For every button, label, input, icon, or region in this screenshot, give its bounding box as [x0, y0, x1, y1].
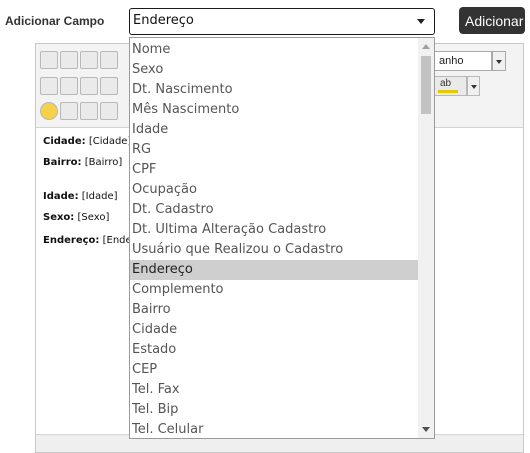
- dropdown-option[interactable]: Tel. Fax: [130, 380, 418, 400]
- color-swatch: [438, 90, 458, 93]
- new-document-icon[interactable]: [40, 51, 58, 69]
- html-source-icon[interactable]: [100, 51, 118, 69]
- text-color-button[interactable]: ab: [433, 76, 480, 96]
- content-line-sexo: Sexo: [Sexo]: [43, 212, 109, 223]
- smiley-icon[interactable]: [40, 102, 58, 120]
- paste-text-icon[interactable]: [100, 77, 118, 95]
- dropdown-option[interactable]: Estado: [130, 340, 418, 360]
- add-button[interactable]: Adicionar: [459, 7, 525, 34]
- field-select[interactable]: Endereço: [129, 8, 435, 35]
- content-label: Bairro:: [43, 157, 82, 168]
- dropdown-option[interactable]: Dt. Ultima Alteração Cadastro: [130, 220, 418, 240]
- field-label: Adicionar Campo: [5, 14, 105, 28]
- dropdown-option[interactable]: Complemento: [130, 280, 418, 300]
- dropdown-option[interactable]: Ocupação: [130, 180, 418, 200]
- dropdown-option[interactable]: Usuário que Realizou o Cadastro: [130, 240, 418, 260]
- dropdown-option[interactable]: Nome: [130, 40, 418, 60]
- dropdown-option[interactable]: Cidade: [130, 320, 418, 340]
- content-value: [Cidade]: [88, 136, 132, 147]
- dropdown-option[interactable]: RG: [130, 140, 418, 160]
- field-dropdown-list[interactable]: Nome Sexo Dt. Nascimento Mês Nascimento …: [129, 37, 435, 439]
- save-icon[interactable]: [60, 51, 78, 69]
- content-line-idade: Idade: [Idade]: [43, 191, 118, 202]
- horizontal-rule-icon[interactable]: [60, 102, 78, 120]
- dropdown-option[interactable]: Tel. Celular: [130, 420, 418, 438]
- content-label: Cidade:: [43, 136, 86, 147]
- dropdown-option[interactable]: Tel. Bip: [130, 400, 418, 420]
- dropdown-option[interactable]: Bairro: [130, 300, 418, 320]
- content-line-cidade: Cidade: [Cidade]: [43, 136, 131, 147]
- font-size-select-value: anho: [439, 55, 464, 67]
- dropdown-scrollbar[interactable]: [418, 38, 434, 438]
- dropdown-option[interactable]: Dt. Nascimento: [130, 80, 418, 100]
- dropdown-option[interactable]: CEP: [130, 360, 418, 380]
- dropdown-option-selected[interactable]: Endereço: [130, 260, 418, 280]
- cut-icon[interactable]: [40, 77, 58, 95]
- ltr-paragraph-icon[interactable]: [80, 102, 98, 120]
- content-label: Idade:: [43, 191, 79, 202]
- chevron-down-icon: [492, 51, 506, 71]
- field-select-value: Endereço: [133, 13, 194, 28]
- content-label: Sexo:: [43, 212, 75, 223]
- content-value: [Sexo]: [77, 212, 110, 223]
- chevron-down-icon: [467, 76, 480, 96]
- dropdown-option[interactable]: CPF: [130, 160, 418, 180]
- dropdown-option[interactable]: Mês Nascimento: [130, 100, 418, 120]
- dropdown-option[interactable]: Sexo: [130, 60, 418, 80]
- content-line-endereco: Endereço: [Ende: [43, 235, 132, 246]
- copy-icon[interactable]: [60, 77, 78, 95]
- content-line-bairro: Bairro: [Bairro]: [43, 157, 122, 168]
- content-value: [Ende: [102, 235, 132, 246]
- content-value: [Bairro]: [84, 157, 123, 168]
- dropdown-option[interactable]: Dt. Cadastro: [130, 200, 418, 220]
- scrollbar-thumb[interactable]: [421, 56, 431, 114]
- paste-icon[interactable]: [80, 77, 98, 95]
- chevron-down-icon: [417, 19, 425, 24]
- dropdown-option[interactable]: Idade: [130, 120, 418, 140]
- rtl-paragraph-icon[interactable]: [100, 102, 118, 120]
- print-icon[interactable]: [80, 51, 98, 69]
- dropdown-options: Nome Sexo Dt. Nascimento Mês Nascimento …: [130, 40, 418, 438]
- scroll-up-icon[interactable]: [422, 44, 430, 49]
- content-value: [Idade]: [81, 191, 118, 202]
- text-color-label: ab: [440, 78, 452, 89]
- scroll-down-icon[interactable]: [422, 427, 430, 432]
- content-label: Endereço:: [43, 235, 100, 246]
